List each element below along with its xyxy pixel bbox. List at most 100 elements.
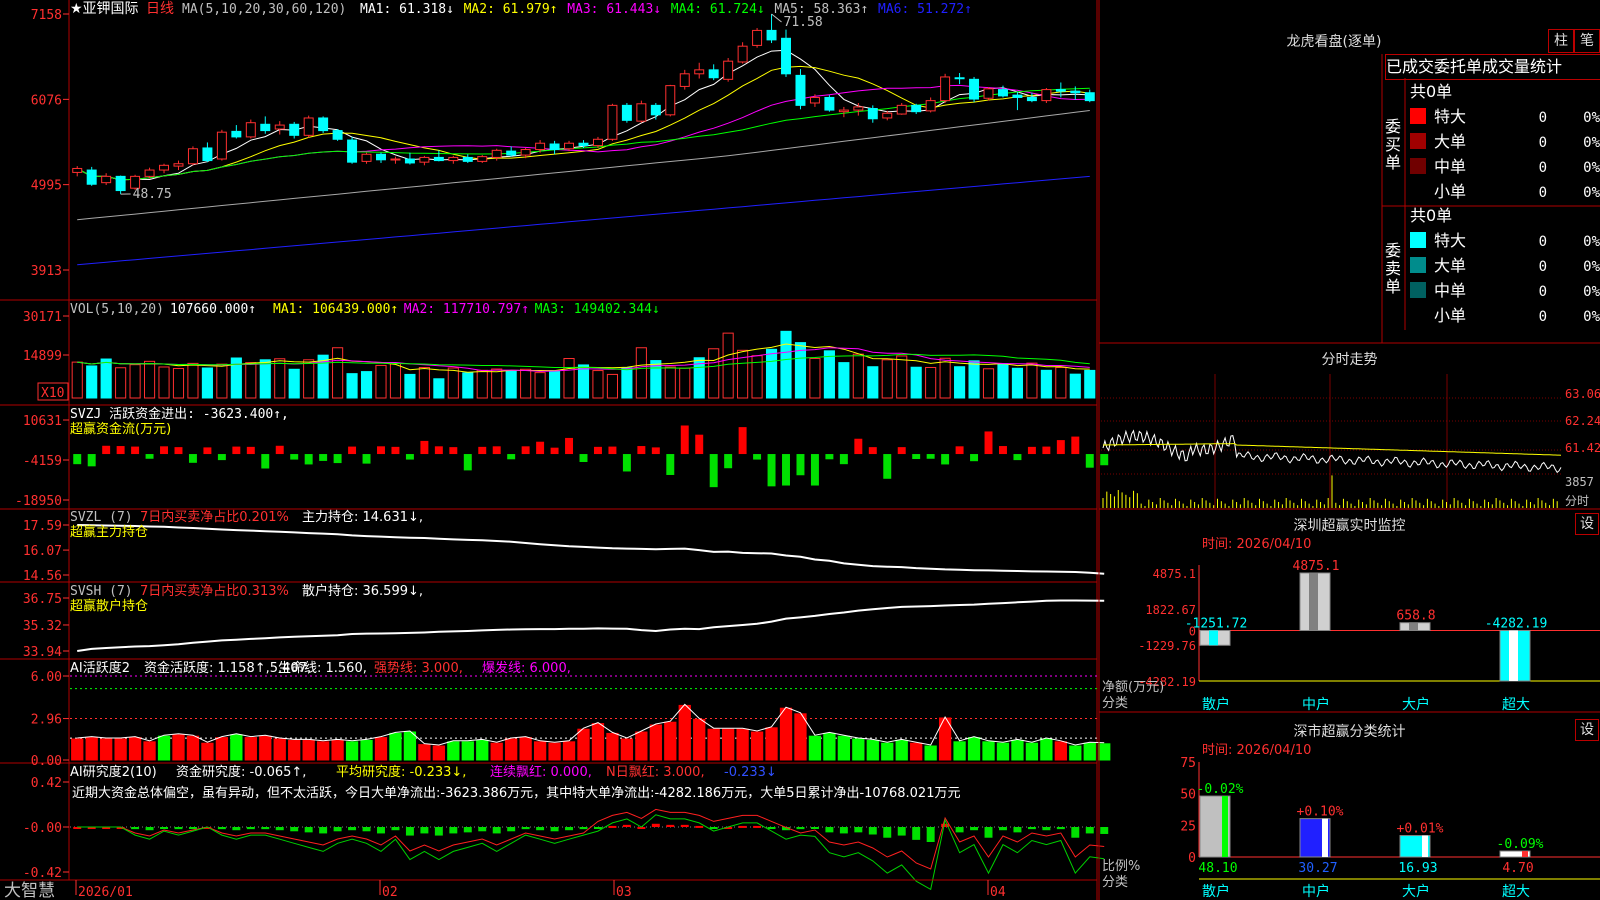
candle-body xyxy=(72,167,83,173)
svzj-bar xyxy=(507,454,516,460)
ai-active-bar xyxy=(244,737,257,761)
tab-volume-stats[interactable]: 成交量统计 xyxy=(1482,55,1562,79)
vol-bar xyxy=(1040,369,1052,399)
svzj-bar xyxy=(391,446,400,455)
svzj-bar xyxy=(782,454,790,486)
sz-monitor-settings-button[interactable]: 设 xyxy=(1575,513,1599,535)
candle-body xyxy=(665,85,676,116)
candle-body xyxy=(954,77,965,80)
bar-view-button[interactable]: 柱 xyxy=(1548,29,1574,53)
vol-header: VOL(5,10,20) xyxy=(70,302,164,317)
candle-body xyxy=(853,106,864,111)
svzj-bar xyxy=(73,454,82,465)
date-label: 04 xyxy=(990,885,1006,900)
candle-body xyxy=(1012,94,1023,98)
ai-active-bar xyxy=(881,742,894,761)
vol-unit: X10 xyxy=(41,386,64,401)
sz-class-settings-button[interactable]: 设 xyxy=(1575,719,1599,741)
candle-body xyxy=(404,158,415,164)
svzj-bar xyxy=(478,446,487,455)
tick-view-button[interactable]: 笔 xyxy=(1574,29,1600,53)
vol-bar xyxy=(997,363,1009,399)
ai-research-bar xyxy=(492,827,501,834)
vol-bar xyxy=(925,366,937,399)
svzj-bar xyxy=(160,446,168,455)
ai-active-bar xyxy=(577,728,590,761)
candle-body xyxy=(882,112,893,119)
svzj-bar xyxy=(232,446,241,455)
ai-active-ytick: 0.00 xyxy=(31,754,62,769)
candle-body xyxy=(940,76,951,102)
ai-research-bar xyxy=(507,827,516,832)
svzj-bar xyxy=(1042,446,1051,455)
svzj-bar xyxy=(1027,446,1036,455)
candle-body xyxy=(477,156,488,162)
candle-body xyxy=(159,164,170,171)
ai-research-bar xyxy=(738,825,747,828)
vol-bar xyxy=(534,372,546,399)
ai-research-bar xyxy=(1013,827,1022,833)
ai-active-bar xyxy=(591,723,605,761)
ai-active-bar xyxy=(808,735,822,761)
ai-research-bar xyxy=(145,827,154,831)
svzj-bar xyxy=(709,454,718,488)
ai-research-bar xyxy=(753,825,762,828)
ai-research-bar xyxy=(174,827,183,830)
svzj-bar xyxy=(680,425,689,455)
candle-body xyxy=(361,153,372,162)
ai-research-bar xyxy=(695,825,704,828)
price-ma2-line xyxy=(76,65,1090,181)
svzj-bar xyxy=(1085,454,1094,468)
vol-bar xyxy=(389,362,402,399)
ai-active-bar xyxy=(664,721,677,761)
svzj-bar xyxy=(593,446,602,455)
svsh-sub: 超赢散户持仓 xyxy=(70,598,148,614)
vol-bar xyxy=(577,364,590,399)
ai-research-bar xyxy=(999,827,1007,831)
svzl-header-a: SVZL (7) xyxy=(70,510,133,525)
ai-research-bar xyxy=(232,827,241,831)
ai-active-bar xyxy=(924,745,937,761)
ai-active-bar xyxy=(678,704,691,761)
ai-active-bar xyxy=(71,738,84,761)
ai-research-bar xyxy=(970,827,979,831)
vol-bar xyxy=(259,359,271,399)
svsh-header-a: SVSH (7) xyxy=(70,584,133,599)
ai-active-bar xyxy=(85,737,98,761)
svzl-line xyxy=(77,524,1105,575)
ai-research-bar xyxy=(709,827,718,829)
candle-body xyxy=(202,147,213,162)
vol-bar xyxy=(982,368,995,399)
ai-active-bar xyxy=(374,737,388,761)
svzj-bar xyxy=(536,441,545,455)
vol-bar xyxy=(823,350,835,399)
vol-bar xyxy=(1084,369,1096,399)
svzl-header-b: 7日内买卖净占比0.201% xyxy=(140,509,289,525)
vol-bar xyxy=(838,362,850,399)
price-ytick: 3913 xyxy=(31,264,62,279)
period-label: 日线 xyxy=(146,1,174,17)
ai-research-bar xyxy=(319,827,328,834)
candle-body xyxy=(231,130,242,138)
vol-ma-label: MA1: 106439.000↑ xyxy=(273,302,398,317)
vol-bar xyxy=(852,353,864,399)
svzj-bar xyxy=(579,454,588,463)
svzj-bar xyxy=(1013,454,1022,461)
vol-bar xyxy=(1011,367,1024,399)
candle-body xyxy=(1026,96,1037,102)
ai-research-ytick: -0.00 xyxy=(23,821,62,836)
svsh-ytick: 33.94 xyxy=(23,645,62,660)
vol-bar xyxy=(679,367,691,399)
ai-active-bar xyxy=(461,741,474,761)
svzj-bar xyxy=(608,446,617,455)
svzj-bar xyxy=(941,454,950,465)
ai-research-bar xyxy=(912,827,921,840)
ai-research-bar xyxy=(261,827,270,830)
tab-filled[interactable]: 已成交 xyxy=(1386,55,1434,79)
candle-body xyxy=(347,139,358,163)
ai-active-bar xyxy=(186,735,200,761)
ai-research-bar xyxy=(463,827,472,833)
svzj-bar xyxy=(753,454,762,460)
svzj-header: SVZJ 活跃资金进出: -3623.400↑, xyxy=(70,406,289,422)
tab-orders[interactable]: 委托单 xyxy=(1434,55,1482,79)
